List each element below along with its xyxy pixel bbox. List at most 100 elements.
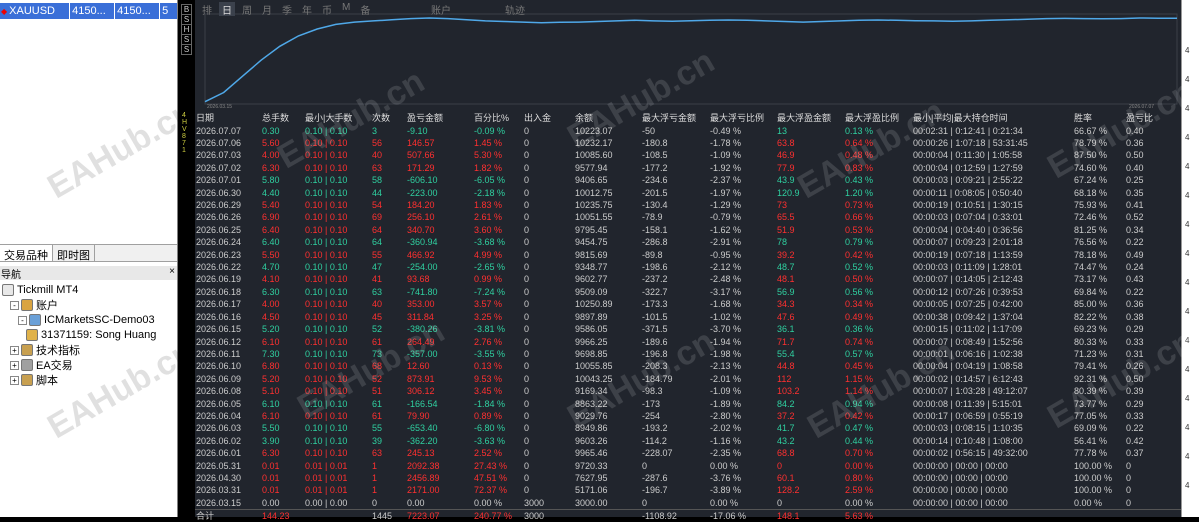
tab-symbols[interactable]: 交易品种 bbox=[0, 245, 53, 262]
table-cell: 73 bbox=[372, 348, 383, 359]
collapse-icon[interactable]: - bbox=[18, 315, 27, 325]
navigator-item[interactable]: - ICMarketsSC-Demo03 bbox=[18, 312, 155, 328]
table-row[interactable]: 2026.06.17 4.00 0.10 | 0.10 40 353.00 3.57 % 0… bbox=[195, 298, 1181, 310]
table-row[interactable]: 2026.06.22 4.70 0.10 | 0.10 47 -254.00 -2.65 … bbox=[195, 261, 1181, 273]
table-row[interactable]: 2026.03.31 0.01 0.01 | 0.01 1 2171.00 72.37 %… bbox=[195, 484, 1181, 496]
market-watch-row-xauusd[interactable]: ◆ XAUUSD 4150... 4150... 5 bbox=[0, 3, 177, 19]
table-row[interactable]: 2026.06.04 6.10 0.10 | 0.10 61 79.90 0.89 % 0 9… bbox=[195, 410, 1181, 422]
table-cell: 00:00:11 | 0:08:05 | 0:50:40 bbox=[913, 187, 1023, 198]
period-tab[interactable]: 币 bbox=[319, 2, 335, 17]
table-cell: 256.10 bbox=[407, 212, 435, 223]
table-row[interactable]: 2026.06.25 6.40 0.10 | 0.10 64 340.70 3.60 % 0… bbox=[195, 224, 1181, 236]
table-cell: 00:00:14 | 0:10:48 | 1:08:00 bbox=[913, 435, 1023, 446]
table-row[interactable]: 2026.06.11 7.30 0.10 | 0.10 73 -357.00 -3.55 … bbox=[195, 348, 1181, 360]
column-header[interactable]: 百分比% bbox=[473, 112, 523, 124]
table-cell: 2.61 % bbox=[474, 212, 503, 223]
table-row[interactable]: 2026.06.12 6.10 0.10 | 0.10 61 264.49 2.76 % 0… bbox=[195, 335, 1181, 347]
period-tab[interactable]: 周 bbox=[239, 2, 255, 17]
table-row[interactable]: 2026.06.18 6.30 0.10 | 0.10 63 -741.80 -7.24 … bbox=[195, 286, 1181, 298]
column-header[interactable]: 余额 bbox=[574, 112, 641, 124]
table-row[interactable]: 2026.06.29 5.40 0.10 | 0.10 54 184.20 1.83 % 0… bbox=[195, 199, 1181, 211]
collapse-icon[interactable]: - bbox=[10, 300, 19, 310]
table-row[interactable]: 2026.06.23 5.50 0.10 | 0.10 55 466.92 4.99 % 0… bbox=[195, 248, 1181, 260]
table-row[interactable]: 2026.06.09 5.20 0.10 | 0.10 52 873.91 9.53 % 0… bbox=[195, 373, 1181, 385]
column-header[interactable]: 最大浮亏比例 bbox=[709, 112, 776, 124]
column-header[interactable]: 出入金 bbox=[523, 112, 574, 124]
table-cell: 340.70 bbox=[407, 224, 435, 235]
close-icon[interactable]: × bbox=[169, 266, 175, 277]
table-cell: 0.01 | 0.01 bbox=[305, 460, 348, 471]
table-row[interactable]: 2026.06.26 6.90 0.10 | 0.10 69 256.10 2.61 % 0… bbox=[195, 211, 1181, 223]
table-cell: 0.25 bbox=[1126, 175, 1144, 186]
table-cell: 69 bbox=[372, 212, 383, 223]
x-axis-start-label: 2026.03.15 bbox=[207, 104, 233, 110]
navigator-item[interactable]: + 技术指标 bbox=[10, 342, 80, 358]
table-cell: 5.20 bbox=[262, 324, 280, 335]
column-header[interactable]: 最大浮亏金额 bbox=[641, 112, 709, 124]
symbol-ask: 4150... bbox=[117, 5, 151, 17]
period-tab[interactable]: 备 bbox=[357, 2, 373, 17]
server-icon bbox=[29, 314, 41, 326]
column-header[interactable]: 盈亏金额 bbox=[406, 112, 473, 124]
table-row[interactable]: 2026.07.01 5.80 0.10 | 0.10 58 -606.10 -6.05 … bbox=[195, 174, 1181, 186]
table-row[interactable]: 2026.06.16 4.50 0.10 | 0.10 45 311.84 3.25 % 0… bbox=[195, 311, 1181, 323]
table-row[interactable]: 2026.06.15 5.20 0.10 | 0.10 52 -380.26 -3.81 … bbox=[195, 323, 1181, 335]
navigator-item[interactable]: + EA交易 bbox=[10, 357, 73, 373]
table-cell: 74.47 % bbox=[1074, 262, 1108, 273]
period-tab[interactable]: 排 bbox=[199, 2, 215, 17]
table-cell: 311.84 bbox=[407, 311, 434, 322]
table-cell: 2026.06.23 bbox=[196, 249, 242, 260]
table-cell: 9509.09 bbox=[575, 286, 608, 297]
table-cell: 00:00:03 | 0:08:15 | 1:10:35 bbox=[913, 423, 1023, 434]
navigator-item[interactable]: 31371159: Song Huang bbox=[26, 327, 156, 343]
period-tab[interactable]: 年 bbox=[299, 2, 315, 17]
period-tab[interactable]: 月 bbox=[259, 2, 275, 17]
totals-cell: 7223.07 bbox=[406, 508, 473, 522]
side-toggle-button[interactable]: S bbox=[181, 44, 192, 55]
period-tab[interactable]: 季 bbox=[279, 2, 295, 17]
chart-tab-trajectory[interactable]: 轨迹 bbox=[505, 2, 525, 17]
column-header[interactable]: 最小|平均|最大持仓时间 bbox=[912, 112, 1073, 124]
navigator-item[interactable]: Tickmill MT4 bbox=[2, 282, 78, 298]
table-row[interactable]: 2026.06.30 4.40 0.10 | 0.10 44 -223.00 -2.18 … bbox=[195, 186, 1181, 198]
period-tab[interactable]: M bbox=[339, 2, 353, 16]
table-row[interactable]: 2026.04.30 0.01 0.01 | 0.01 1 2456.89 47.51 %… bbox=[195, 472, 1181, 484]
table-row[interactable]: 2026.06.24 6.40 0.10 | 0.10 64 -360.94 -3.68 … bbox=[195, 236, 1181, 248]
table-row[interactable]: 2026.07.06 5.60 0.10 | 0.10 56 146.57 1.45 % 0… bbox=[195, 137, 1181, 149]
column-header[interactable]: 最大浮盈金额 bbox=[776, 112, 844, 124]
column-header[interactable]: 最大浮盈比例 bbox=[844, 112, 912, 124]
navigator-item[interactable]: - 账户 bbox=[10, 297, 58, 313]
column-header[interactable]: 最小|大手数 bbox=[304, 112, 371, 124]
table-cell: 0 bbox=[524, 485, 530, 496]
chart-tab-account[interactable]: 账户 bbox=[431, 2, 451, 17]
period-tab[interactable]: 日 bbox=[219, 2, 235, 17]
table-row[interactable]: 2026.05.31 0.01 0.01 | 0.01 1 2092.38 27.43 %… bbox=[195, 459, 1181, 471]
tab-tick-chart[interactable]: 即时图 bbox=[53, 245, 95, 262]
column-header[interactable]: 总手数 bbox=[261, 112, 304, 124]
table-row[interactable]: 2026.06.03 5.50 0.10 | 0.10 55 -653.40 -6.80 … bbox=[195, 422, 1181, 434]
column-header[interactable]: 胜率 bbox=[1073, 112, 1125, 124]
column-header[interactable]: 日期 bbox=[195, 112, 261, 124]
table-cell: 4.00 bbox=[262, 150, 280, 161]
expand-icon[interactable]: + bbox=[10, 375, 19, 385]
table-cell: 0.48 % bbox=[845, 150, 874, 161]
column-header[interactable]: 盈亏比 bbox=[1125, 112, 1181, 124]
expand-icon[interactable]: + bbox=[10, 360, 19, 370]
table-row[interactable]: 2026.06.19 4.10 0.10 | 0.10 41 93.68 0.99 % 0 9… bbox=[195, 273, 1181, 285]
table-cell: 48.7 bbox=[777, 262, 795, 273]
table-row[interactable]: 2026.06.08 5.10 0.10 | 0.10 51 306.12 3.45 % 0… bbox=[195, 385, 1181, 397]
navigator-item[interactable]: + 脚本 bbox=[10, 372, 58, 388]
table-row[interactable]: 2026.06.01 6.30 0.10 | 0.10 63 245.13 2.52 % 0… bbox=[195, 447, 1181, 459]
table-cell: 9795.45 bbox=[575, 224, 608, 235]
column-header[interactable]: 次数 bbox=[371, 112, 406, 124]
table-row[interactable]: 2026.06.10 6.80 0.10 | 0.10 68 12.60 0.13 % 0 1… bbox=[195, 360, 1181, 372]
table-row[interactable]: 2026.03.15 0.00 0.00 | 0.00 0 0.00 0.00 % 3000… bbox=[195, 497, 1181, 510]
table-row[interactable]: 2026.07.03 4.00 0.10 | 0.10 40 507.66 5.30 % 0… bbox=[195, 149, 1181, 161]
table-row[interactable]: 2026.06.05 6.10 0.10 | 0.10 61 -166.54 -1.84 … bbox=[195, 397, 1181, 409]
table-row[interactable]: 2026.07.07 0.30 0.10 | 0.10 3 -9.10 -0.09 % 0 1… bbox=[195, 124, 1181, 136]
table-row[interactable]: 2026.07.02 6.30 0.10 | 0.10 63 171.29 1.82 % 0… bbox=[195, 162, 1181, 174]
table-cell: 00:00:19 | 0:07:18 | 1:13:59 bbox=[913, 249, 1023, 260]
table-cell: 0 bbox=[524, 237, 530, 248]
expand-icon[interactable]: + bbox=[10, 345, 19, 355]
table-row[interactable]: 2026.06.02 3.90 0.10 | 0.10 39 -362.20 -3.63 … bbox=[195, 435, 1181, 447]
